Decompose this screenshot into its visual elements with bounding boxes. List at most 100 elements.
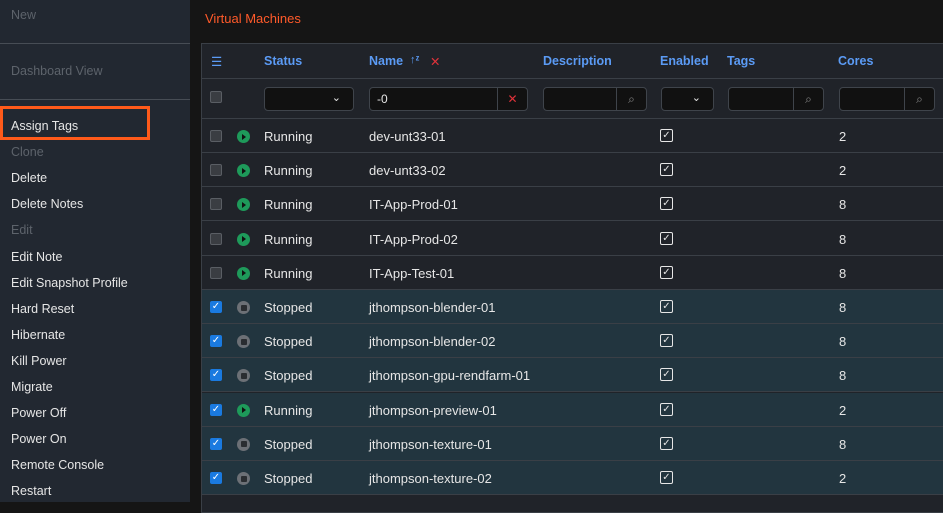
cores-cell: 8 (839, 368, 847, 384)
column-tags[interactable]: Tags (727, 54, 755, 68)
sidebar-item-migrate[interactable]: Migrate (11, 380, 53, 394)
name-cell[interactable]: jthompson-preview-01 (369, 403, 497, 418)
page-title: Virtual Machines (205, 11, 301, 26)
sidebar-item-hard-reset[interactable]: Hard Reset (11, 302, 74, 316)
sidebar-item-dashboard-view[interactable]: Dashboard View (11, 64, 103, 78)
enabled-check-icon: ✓ (660, 334, 673, 348)
table-row[interactable]: Running dev-unt33-01 ✓ 2 (202, 119, 943, 153)
name-cell[interactable]: IT-App-Test-01 (369, 266, 454, 281)
sort-asc-icon[interactable]: ↑ᶻ (410, 54, 419, 66)
enabled-check-icon: ✓ (660, 436, 673, 450)
table-row[interactable]: Running dev-unt33-02 ✓ 2 (202, 153, 943, 188)
sidebar-item-edit[interactable]: Edit (11, 223, 33, 237)
enabled-check-icon: ✓ (660, 197, 673, 211)
table-row[interactable]: Running IT-App-Prod-02 ✓ 8 (202, 222, 943, 256)
clear-sort-icon[interactable]: ✕ (430, 54, 440, 69)
column-cores[interactable]: Cores (838, 54, 873, 68)
divider (0, 43, 190, 44)
table-row[interactable]: ✓ Running jthompson-preview-01 ✓ 2 (202, 392, 943, 427)
cores-filter-input[interactable]: ⌕ (839, 87, 935, 111)
status-filter-select[interactable]: ⌄ (264, 87, 354, 111)
column-name[interactable]: Name (369, 54, 403, 68)
row-checkbox[interactable] (210, 266, 222, 279)
divider (0, 99, 190, 100)
status-cell: Running (264, 197, 313, 213)
status-cell: Running (264, 129, 313, 144)
row-checkbox[interactable]: ✓ (210, 301, 222, 313)
sidebar-item-hibernate[interactable]: Hibernate (11, 328, 65, 342)
select-all-checkbox[interactable] (210, 91, 222, 103)
enabled-check-icon: ✓ (660, 402, 673, 416)
cores-cell: 2 (839, 129, 847, 144)
row-checkbox[interactable] (210, 164, 222, 177)
sidebar-item-delete[interactable]: Delete (11, 171, 47, 185)
running-icon (237, 266, 250, 280)
name-cell[interactable]: jthompson-blender-01 (369, 300, 495, 315)
sidebar-item-kill-power[interactable]: Kill Power (11, 354, 67, 368)
sidebar-item-edit-note[interactable]: Edit Note (11, 250, 62, 264)
sidebar-item-restart[interactable]: Restart (11, 484, 51, 498)
name-filter-input[interactable]: -0 ✕ (369, 87, 528, 111)
row-checkbox[interactable] (210, 130, 222, 142)
chevron-down-icon: ⌄ (331, 92, 341, 104)
column-status[interactable]: Status (264, 54, 302, 68)
table-row[interactable]: ✓ Stopped jthompson-texture-01 ✓ 8 (202, 426, 943, 461)
status-cell: Stopped (264, 300, 313, 315)
cores-cell: 8 (839, 197, 847, 213)
enabled-check-icon: ✓ (660, 471, 673, 484)
cores-cell: 2 (839, 402, 847, 418)
description-filter-input[interactable]: ⌕ (543, 87, 647, 111)
name-cell[interactable]: IT-App-Prod-02 (369, 232, 458, 247)
name-cell[interactable]: IT-App-Prod-01 (369, 197, 458, 212)
sidebar-item-delete-notes[interactable]: Delete Notes (11, 197, 83, 211)
column-menu-icon[interactable]: ☰ (211, 54, 222, 69)
status-cell: Running (264, 402, 313, 418)
enabled-filter-select[interactable]: ⌄ (661, 87, 714, 111)
cores-cell: 8 (839, 300, 847, 315)
status-cell: Stopped (264, 368, 313, 384)
column-description[interactable]: Description (543, 54, 612, 68)
row-checkbox[interactable]: ✓ (210, 472, 222, 484)
clear-filter-icon[interactable]: ✕ (497, 88, 527, 110)
name-cell[interactable]: jthompson-texture-02 (369, 471, 492, 486)
name-cell[interactable]: dev-unt33-02 (369, 163, 446, 178)
sidebar-item-power-on[interactable]: Power On (11, 432, 67, 446)
highlight-box (0, 106, 150, 140)
search-icon[interactable]: ⌕ (904, 88, 934, 110)
column-enabled[interactable]: Enabled (660, 54, 709, 68)
sidebar-item-power-off[interactable]: Power Off (11, 406, 66, 420)
row-checkbox[interactable] (210, 198, 222, 211)
enabled-check-icon: ✓ (660, 368, 673, 382)
name-cell[interactable]: dev-unt33-01 (369, 129, 446, 144)
name-cell[interactable]: jthompson-blender-02 (369, 334, 495, 349)
stopped-icon (237, 437, 250, 451)
cores-cell: 2 (839, 471, 847, 486)
status-cell: Stopped (264, 334, 313, 350)
tags-filter-input[interactable]: ⌕ (728, 87, 824, 111)
running-icon (237, 198, 250, 212)
name-cell[interactable]: jthompson-gpu-rendfarm-01 (369, 368, 530, 383)
sidebar-item-new[interactable]: New (11, 8, 36, 22)
search-icon[interactable]: ⌕ (793, 88, 823, 110)
row-checkbox[interactable]: ✓ (210, 369, 222, 382)
cores-cell: 8 (839, 334, 847, 350)
row-checkbox[interactable] (210, 232, 222, 245)
sidebar-item-clone[interactable]: Clone (11, 145, 44, 159)
row-checkbox[interactable]: ✓ (210, 403, 222, 416)
row-checkbox[interactable]: ✓ (210, 437, 222, 450)
search-icon[interactable]: ⌕ (616, 88, 646, 110)
table-row[interactable]: ✓ Stopped jthompson-blender-02 ✓ 8 (202, 324, 943, 359)
table-row[interactable]: Running IT-App-Prod-01 ✓ 8 (202, 187, 943, 222)
sidebar-item-edit-snapshot-profile[interactable]: Edit Snapshot Profile (11, 276, 128, 290)
row-checkbox[interactable]: ✓ (210, 335, 222, 348)
cores-cell: 8 (839, 265, 847, 281)
table-row[interactable]: Running IT-App-Test-01 ✓ 8 (202, 256, 943, 290)
table-row[interactable]: ✓ Stopped jthompson-blender-01 ✓ 8 (202, 290, 943, 324)
table-row[interactable]: ✓ Stopped jthompson-gpu-rendfarm-01 ✓ 8 (202, 358, 943, 393)
table-row[interactable]: ✓ Stopped jthompson-texture-02 ✓ 2 (202, 461, 943, 495)
name-cell[interactable]: jthompson-texture-01 (369, 437, 492, 452)
sidebar-item-remote-console[interactable]: Remote Console (11, 458, 104, 472)
running-icon (237, 130, 250, 143)
filter-row: ⌄ -0 ✕ ⌕ ⌄ ⌕ ⌕ (202, 79, 943, 119)
table-header: ☰ Status Name ↑ᶻ ✕ Description Enabled T… (202, 44, 943, 79)
